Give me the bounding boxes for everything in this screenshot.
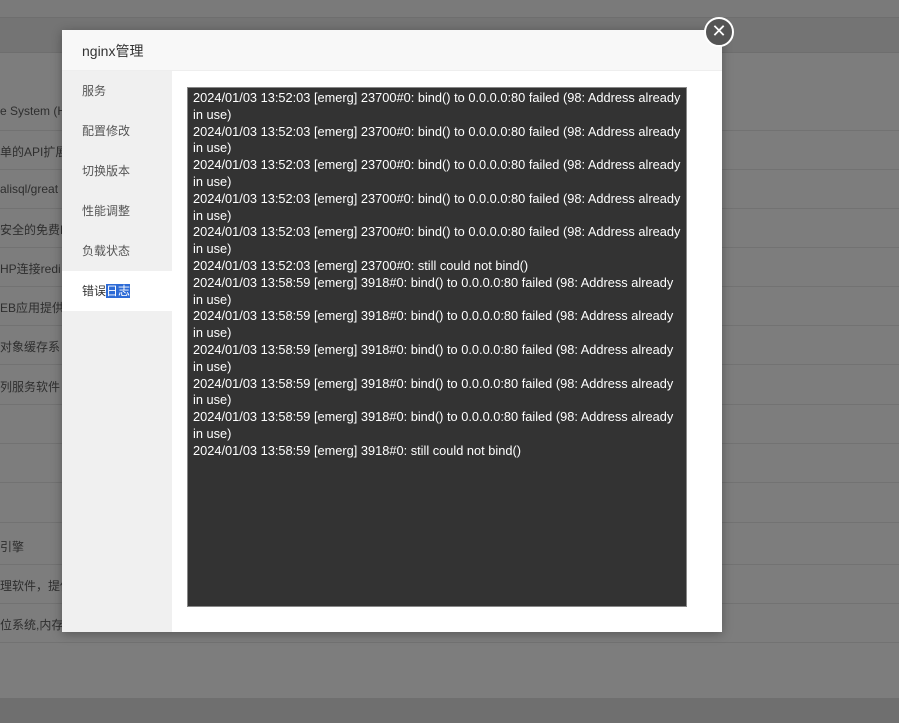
log-line: 2024/01/03 13:58:59 [emerg] 3918#0: stil… bbox=[193, 442, 521, 458]
background-row-text: 单的API扩展 bbox=[0, 145, 68, 159]
log-line: 2024/01/03 13:58:59 [emerg] 3918#0: bind… bbox=[193, 308, 674, 341]
menu-item-service[interactable]: 服务 bbox=[62, 71, 172, 111]
log-line: 2024/01/03 13:58:59 [emerg] 3918#0: bind… bbox=[193, 375, 674, 408]
menu-item-label: 性能调整 bbox=[82, 204, 131, 218]
log-line: 2024/01/03 13:58:59 [emerg] 3918#0: bind… bbox=[193, 341, 674, 374]
error-log-textarea[interactable]: 2024/01/03 13:52:03 [emerg] 23700#0: bin… bbox=[187, 87, 687, 607]
log-line: 2024/01/03 13:58:59 [emerg] 3918#0: bind… bbox=[193, 409, 674, 441]
background-row-text: HP连接redi bbox=[0, 262, 61, 276]
log-line: 2024/01/03 13:52:03 [emerg] 23700#0: bin… bbox=[193, 90, 681, 122]
background-header bbox=[0, 0, 899, 17]
log-line: 2024/01/03 13:58:59 [emerg] 3918#0: bind… bbox=[193, 274, 674, 307]
dialog-content: 2024/01/03 13:52:03 [emerg] 23700#0: bin… bbox=[172, 71, 722, 632]
menu-item-label: 错误日志 bbox=[82, 284, 131, 298]
background-row-text: EB应用提供 bbox=[0, 301, 65, 315]
menu-item-load-status[interactable]: 负载状态 bbox=[62, 231, 172, 271]
menu-item-label-plain: 错误 bbox=[82, 284, 107, 298]
background-row-text: 对象缓存系 bbox=[0, 340, 61, 354]
background-row-text: alisql/great bbox=[0, 182, 59, 196]
dialog-sidebar: 服务 配置修改 切换版本 性能调整 负载状态 错误日志 bbox=[62, 71, 172, 632]
menu-item-performance-tuning[interactable]: 性能调整 bbox=[62, 191, 172, 231]
menu-item-label-selected-text: 日志 bbox=[106, 284, 131, 298]
close-icon[interactable]: ✕ bbox=[704, 17, 734, 47]
background-footer bbox=[0, 698, 899, 723]
log-line: 2024/01/03 13:52:03 [emerg] 23700#0: bin… bbox=[193, 123, 681, 156]
log-line: 2024/01/03 13:52:03 [emerg] 23700#0: sti… bbox=[193, 257, 529, 273]
background-row-text: 列服务软件 bbox=[0, 380, 61, 394]
menu-item-label: 配置修改 bbox=[82, 124, 131, 138]
dialog-header: nginx管理 bbox=[62, 30, 722, 71]
background-row-text: 位系统,内存 bbox=[0, 618, 64, 632]
background-row-text: e System (H bbox=[0, 104, 67, 118]
log-line: 2024/01/03 13:52:03 [emerg] 23700#0: bin… bbox=[193, 224, 681, 257]
menu-item-label: 切换版本 bbox=[82, 164, 131, 178]
log-line: 2024/01/03 13:52:03 [emerg] 23700#0: bin… bbox=[193, 157, 681, 189]
menu-item-switch-version[interactable]: 切换版本 bbox=[62, 151, 172, 191]
menu-item-error-log[interactable]: 错误日志 bbox=[62, 271, 172, 311]
dialog-title: nginx管理 bbox=[82, 43, 144, 59]
background-row-text: 引擎 bbox=[0, 540, 25, 554]
nginx-manager-dialog: nginx管理 ✕ 服务 配置修改 切换版本 性能调整 负载状态 错误日志 20… bbox=[62, 17, 734, 632]
menu-item-label: 负载状态 bbox=[82, 244, 131, 258]
menu-item-label: 服务 bbox=[82, 84, 107, 98]
log-line: 2024/01/03 13:52:03 [emerg] 23700#0: bin… bbox=[193, 190, 681, 223]
menu-item-config-edit[interactable]: 配置修改 bbox=[62, 111, 172, 151]
